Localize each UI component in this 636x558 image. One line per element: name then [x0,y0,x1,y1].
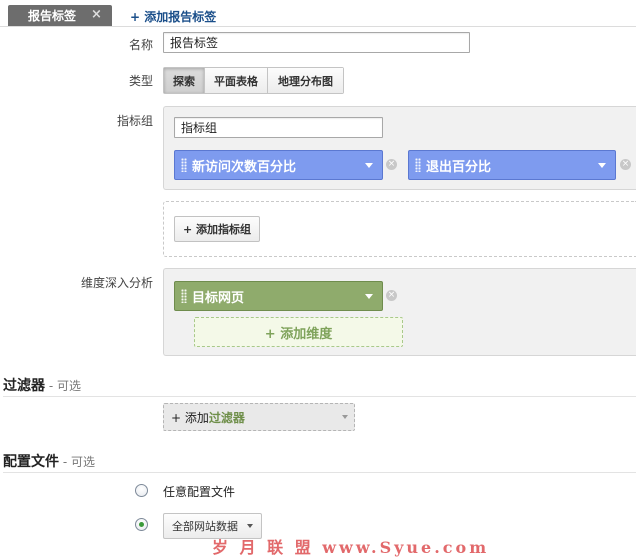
metric-group-panel: 新访问次数百分比 × 退出百分比 × [163,106,636,190]
metric-pill-label: 退出百分比 [426,159,492,175]
any-profile-label: 任意配置文件 [163,485,236,499]
chevron-down-icon[interactable] [365,162,373,168]
close-icon[interactable]: × [91,7,102,22]
profiles-heading: 配置文件 - 可选 [3,451,95,471]
type-label: 类型 [128,74,153,88]
dimension-pill[interactable]: 目标网页 [174,281,383,311]
metric-pill[interactable]: 新访问次数百分比 [174,150,383,180]
remove-metric-icon[interactable]: × [386,159,397,170]
type-selector: 探索 平面表格 地理分布图 [163,67,344,94]
add-filter-prefix: + 添加 [171,410,209,425]
metric-group-name-input[interactable] [174,117,383,138]
watermark: 岁 月 联 盟 www.Syue.com [212,538,490,557]
tab-report-label: 报告标签 [28,9,77,23]
type-explorer-button[interactable]: 探索 [164,68,205,93]
profile-select-value: 全部网站数据 [172,520,238,533]
remove-dimension-icon[interactable]: × [386,290,397,301]
type-flat-table-button[interactable]: 平面表格 [205,68,268,93]
chevron-down-icon[interactable] [598,162,606,168]
add-dimension-button[interactable]: + 添加维度 [194,317,403,347]
radio-any-profile[interactable] [135,484,148,497]
drag-handle-icon[interactable] [181,289,187,303]
profiles-optional: - 可选 [59,455,95,469]
radio-selected-profile[interactable] [135,518,148,531]
dimension-panel: 目标网页 × + 添加维度 [163,268,636,356]
metric-pill-label: 新访问次数百分比 [192,159,297,175]
filters-divider [3,396,636,397]
tab-report[interactable]: 报告标签 × [8,5,112,26]
chevron-down-icon [247,524,253,528]
filters-title: 过滤器 [3,378,45,394]
type-map-overlay-button[interactable]: 地理分布图 [268,68,343,93]
profiles-title: 配置文件 [3,454,59,470]
metric-pill[interactable]: 退出百分比 [408,150,616,180]
dimension-pill-label: 目标网页 [192,290,245,306]
add-metric-group-panel: + 添加指标组 [163,201,636,257]
add-metric-group-button[interactable]: + 添加指标组 [174,216,261,242]
chevron-down-icon[interactable] [365,293,373,299]
drag-handle-icon[interactable] [415,158,421,172]
add-filter-dropdown[interactable]: + 添加 过滤器 [163,403,355,431]
dimension-label: 维度深入分析 [80,276,153,290]
profiles-divider [3,472,636,473]
name-label: 名称 [128,38,153,52]
remove-metric-icon[interactable]: × [620,159,631,170]
filters-heading: 过滤器 - 可选 [3,375,81,395]
filters-optional: - 可选 [45,379,81,393]
metric-group-label: 指标组 [116,114,153,128]
name-input[interactable] [163,32,470,53]
add-report-tab-link[interactable]: + 添加报告标签 [130,8,216,25]
chevron-down-icon [342,415,348,419]
drag-handle-icon[interactable] [181,158,187,172]
add-filter-word: 过滤器 [208,410,245,425]
tab-divider [0,26,636,27]
